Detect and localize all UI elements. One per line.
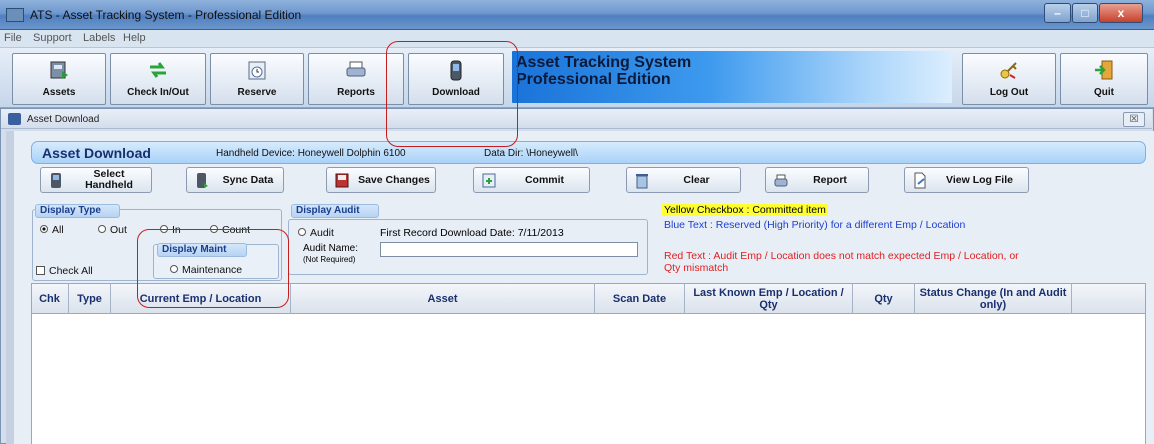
printer-icon bbox=[346, 61, 366, 77]
commit-button[interactable]: Commit bbox=[473, 167, 590, 193]
header-strip bbox=[31, 141, 1146, 164]
exit-door-icon bbox=[1095, 60, 1113, 80]
sync-data-label: Sync Data bbox=[222, 173, 274, 186]
save-changes-label: Save Changes bbox=[358, 173, 430, 186]
data-dir-info: Data Dir: \Honeywell\ bbox=[484, 148, 578, 159]
select-handheld-label: Select Handheld bbox=[85, 168, 133, 191]
select-handheld-button[interactable]: Select Handheld bbox=[40, 167, 152, 193]
menu-bar: File Support Labels Help bbox=[0, 30, 1154, 48]
view-log-file-button[interactable]: View Log File bbox=[904, 167, 1029, 193]
assets-label: Assets bbox=[42, 87, 76, 98]
child-window-title: Asset Download bbox=[27, 114, 100, 125]
trash-icon bbox=[636, 174, 648, 189]
col-qty[interactable]: Qty bbox=[853, 283, 915, 314]
menu-file[interactable]: File bbox=[4, 32, 22, 44]
legend-blue: Blue Text : Reserved (High Priority) for… bbox=[664, 219, 966, 231]
report-button[interactable]: Report bbox=[765, 167, 869, 193]
window-title: ATS - Asset Tracking System - Profession… bbox=[30, 8, 302, 22]
radio-audit[interactable]: Audit bbox=[298, 227, 334, 239]
banner-subtitle: Professional Edition bbox=[516, 71, 671, 88]
check-all-label: Check All bbox=[49, 265, 93, 277]
not-required-label: (Not Required) bbox=[303, 255, 356, 264]
col-chk[interactable]: Chk bbox=[31, 283, 69, 314]
menu-help[interactable]: Help bbox=[123, 32, 146, 44]
quit-label: Quit bbox=[1094, 87, 1114, 98]
child-close-button[interactable]: ☒ bbox=[1123, 112, 1145, 127]
menu-support[interactable]: Support bbox=[33, 32, 72, 44]
checkinout-button[interactable]: Check In/Out bbox=[110, 53, 206, 105]
display-audit-header: Display Audit bbox=[291, 204, 379, 218]
assets-button[interactable]: Assets bbox=[12, 53, 106, 105]
first-record-date: First Record Download Date: 7/11/2013 bbox=[380, 227, 564, 239]
assets-icon bbox=[50, 61, 68, 79]
legend-yellow: Yellow Checkbox : Committed item bbox=[662, 204, 828, 216]
handheld-icon bbox=[51, 173, 61, 188]
sync-handheld-icon bbox=[197, 173, 208, 188]
clear-label: Clear bbox=[683, 173, 710, 186]
app-icon bbox=[6, 8, 24, 22]
reserve-button[interactable]: Reserve bbox=[210, 53, 304, 105]
minimize-button[interactable]: – bbox=[1044, 3, 1071, 23]
radio-all-circle bbox=[40, 225, 48, 233]
child-title-bar bbox=[1, 109, 1152, 129]
check-all-box bbox=[36, 266, 45, 275]
logout-label: Log Out bbox=[989, 87, 1029, 98]
download-highlight bbox=[386, 41, 518, 147]
log-file-icon bbox=[914, 172, 926, 189]
banner-title: Asset Tracking System bbox=[516, 54, 692, 71]
col-scan-date[interactable]: Scan Date bbox=[595, 283, 685, 314]
audit-name-label: Audit Name: bbox=[303, 243, 359, 254]
page-title: Asset Download bbox=[42, 145, 151, 161]
radio-audit-circle bbox=[298, 228, 306, 236]
clear-button[interactable]: Clear bbox=[626, 167, 741, 193]
audit-name-input[interactable] bbox=[380, 242, 638, 257]
arrows-icon bbox=[150, 62, 166, 78]
radio-all-label: All bbox=[52, 224, 64, 236]
quit-button[interactable]: Quit bbox=[1060, 53, 1148, 105]
sync-data-button[interactable]: Sync Data bbox=[186, 167, 284, 193]
display-type-header: Display Type bbox=[35, 204, 120, 218]
save-changes-button[interactable]: Save Changes bbox=[326, 167, 436, 193]
left-strip bbox=[6, 131, 14, 444]
col-type[interactable]: Type bbox=[69, 283, 111, 314]
check-all-checkbox[interactable]: Check All bbox=[36, 265, 93, 277]
logout-button[interactable]: Log Out bbox=[962, 53, 1056, 105]
floppy-icon bbox=[335, 173, 349, 188]
radio-out[interactable]: Out bbox=[98, 224, 127, 236]
radio-out-label: Out bbox=[110, 224, 127, 236]
close-button[interactable]: x bbox=[1099, 3, 1143, 23]
commit-label: Commit bbox=[524, 173, 565, 186]
clock-icon bbox=[248, 61, 266, 80]
view-log-file-label: View Log File bbox=[946, 173, 1013, 186]
report-label: Report bbox=[813, 173, 847, 186]
maximize-button[interactable]: □ bbox=[1072, 3, 1098, 23]
col-asset[interactable]: Asset bbox=[291, 283, 595, 314]
display-maint-highlight bbox=[137, 229, 289, 308]
col-status-change[interactable]: Status Change (In and Audit only) bbox=[915, 283, 1072, 314]
radio-audit-label: Audit bbox=[310, 227, 334, 239]
menu-labels[interactable]: Labels bbox=[83, 32, 115, 44]
radio-all[interactable]: All bbox=[40, 224, 64, 236]
reserve-label: Reserve bbox=[237, 87, 277, 98]
key-icon bbox=[1000, 62, 1017, 79]
download-window-icon bbox=[8, 113, 21, 125]
checkinout-label: Check In/Out bbox=[127, 87, 189, 98]
handheld-device-info: Handheld Device: Honeywell Dolphin 6100 bbox=[216, 148, 406, 159]
legend-red: Red Text : Audit Emp / Location does not… bbox=[664, 250, 1019, 274]
col-last-known[interactable]: Last Known Emp / Location / Qty bbox=[685, 283, 853, 314]
radio-out-circle bbox=[98, 225, 106, 233]
printer-icon bbox=[774, 174, 788, 187]
table-body[interactable] bbox=[31, 314, 1146, 444]
commit-icon bbox=[482, 173, 496, 188]
